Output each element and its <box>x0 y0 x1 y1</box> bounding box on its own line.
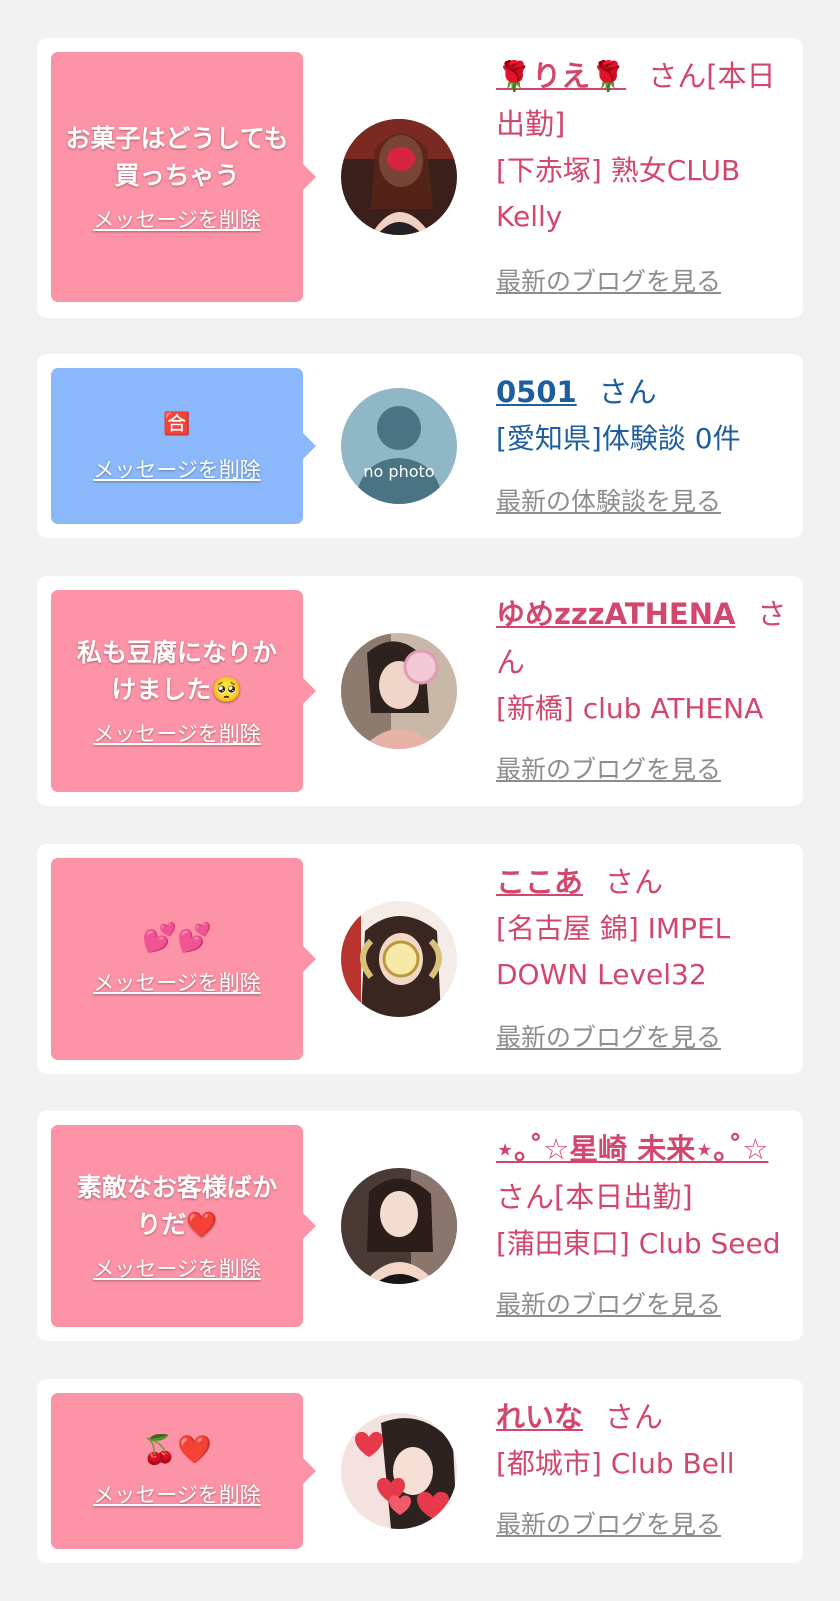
delete-message-link[interactable]: メッセージを削除 <box>93 454 261 484</box>
message-bubble: 🍒❤️ メッセージを削除 <box>51 1393 316 1549</box>
user-name-line: れいな さん <box>496 1393 796 1441</box>
bubble-tail <box>303 433 316 459</box>
user-name-line: ゆめzzzATHENA さん <box>496 590 796 686</box>
bubble-tail <box>303 164 316 190</box>
user-suffix: さん <box>605 865 664 899</box>
bubble-tail <box>303 678 316 704</box>
delete-message-link[interactable]: メッセージを削除 <box>93 967 261 997</box>
user-name-link[interactable]: 0501 <box>496 375 577 409</box>
message-bubble: お菓子はどうしても買っちゃう メッセージを削除 <box>51 52 316 302</box>
message-bubble: 💕💕 メッセージを削除 <box>51 858 316 1060</box>
bubble-tail <box>303 946 316 972</box>
delete-message-link[interactable]: メッセージを削除 <box>93 1479 261 1509</box>
user-info: 🌹りえ🌹 さん[本日出勤] [下赤塚] 熟女CLUB Kelly <box>496 52 796 240</box>
shop-info: [下赤塚] 熟女CLUB Kelly <box>496 154 741 233</box>
user-info: ゆめzzzATHENA さん [新橋] club ATHENA <box>496 590 796 732</box>
latest-blog-link[interactable]: 最新のブログを見る <box>496 262 721 298</box>
user-name-line: 🌹りえ🌹 さん[本日出勤] <box>496 52 796 148</box>
message-card: お菓子はどうしても買っちゃう メッセージを削除 🌹りえ🌹 さん[本日出勤] [下赤… <box>37 38 803 318</box>
user-info: ⋆｡˚☆星崎 未来⋆｡˚☆ さん[本日出勤] [蒲田東口] Club Seed <box>496 1125 796 1267</box>
no-photo-avatar[interactable]: no photo <box>341 388 457 504</box>
message-emoji: 🈴 <box>163 412 191 437</box>
delete-message-link[interactable]: メッセージを削除 <box>93 1253 261 1283</box>
message-emoji: 🍒❤️ <box>142 1433 212 1466</box>
avatar[interactable] <box>341 633 457 749</box>
message-card: 💕💕 メッセージを削除 ここあ さん [名古屋 錦] IMPEL DOWN Lev… <box>37 844 803 1074</box>
user-suffix: さん <box>598 375 657 409</box>
avatar[interactable] <box>341 1413 457 1529</box>
user-info: れいな さん [都城市] Club Bell <box>496 1393 796 1487</box>
bubble-tail <box>303 1458 316 1484</box>
message-card: 🈴 メッセージを削除 no photo 0501 さん [愛知県]体験談 0件 最… <box>37 354 803 538</box>
user-name-line: ⋆｡˚☆星崎 未来⋆｡˚☆ さん[本日出勤] <box>496 1125 796 1221</box>
shop-info: [名古屋 錦] IMPEL DOWN Level32 <box>496 912 731 991</box>
latest-blog-link[interactable]: 最新のブログを見る <box>496 1018 721 1054</box>
message-text: 素敵なお客様ばかりだ❤️ <box>76 1173 278 1239</box>
latest-blog-link[interactable]: 最新のブログを見る <box>496 1285 721 1321</box>
user-suffix: さん <box>605 1400 664 1434</box>
user-name-line: 0501 さん <box>496 368 796 416</box>
user-name-link[interactable]: れいな <box>496 1400 583 1434</box>
message-card: 私も豆腐になりかけました🥺 メッセージを削除 ゆめzzzATHENA さん [新橋… <box>37 576 803 806</box>
user-name-link[interactable]: 🌹りえ🌹 <box>496 59 626 93</box>
delete-message-link[interactable]: メッセージを削除 <box>93 204 261 234</box>
user-name-link[interactable]: ⋆｡˚☆星崎 未来⋆｡˚☆ <box>496 1132 768 1166</box>
no-photo-label: no photo <box>363 462 435 481</box>
message-card: 🍒❤️ メッセージを削除 れいな さん [都城市] Club Bell 最新のブロ… <box>37 1379 803 1563</box>
message-bubble: 私も豆腐になりかけました🥺 メッセージを削除 <box>51 590 316 792</box>
latest-review-link[interactable]: 最新の体験談を見る <box>496 482 721 518</box>
avatar[interactable] <box>341 119 457 235</box>
shop-info: [都城市] Club Bell <box>496 1447 735 1480</box>
message-card: 素敵なお客様ばかりだ❤️ メッセージを削除 ⋆｡˚☆星崎 未来⋆｡˚☆ さん[本日… <box>37 1111 803 1341</box>
message-emoji: 💕💕 <box>142 921 212 954</box>
user-info: ここあ さん [名古屋 錦] IMPEL DOWN Level32 <box>496 858 796 998</box>
user-name-line: ここあ さん <box>496 858 796 906</box>
delete-message-link[interactable]: メッセージを削除 <box>93 718 261 748</box>
latest-blog-link[interactable]: 最新のブログを見る <box>496 750 721 786</box>
message-text: 私も豆腐になりかけました🥺 <box>76 638 277 704</box>
avatar[interactable] <box>341 1168 457 1284</box>
user-name-link[interactable]: ゆめzzzATHENA <box>496 597 735 631</box>
message-bubble: 素敵なお客様ばかりだ❤️ メッセージを削除 <box>51 1125 316 1327</box>
latest-blog-link[interactable]: 最新のブログを見る <box>496 1505 721 1541</box>
user-info: 0501 さん [愛知県]体験談 0件 <box>496 368 796 462</box>
bubble-tail <box>303 1213 316 1239</box>
user-name-link[interactable]: ここあ <box>496 865 583 899</box>
user-suffix: さん[本日出勤] <box>496 1180 693 1214</box>
shop-info: [新橋] club ATHENA <box>496 692 764 725</box>
shop-info: [蒲田東口] Club Seed <box>496 1227 781 1260</box>
avatar[interactable] <box>341 901 457 1017</box>
message-text: お菓子はどうしても買っちゃう <box>65 124 289 190</box>
message-bubble: 🈴 メッセージを削除 <box>51 368 316 524</box>
shop-info: [愛知県]体験談 0件 <box>496 422 741 455</box>
